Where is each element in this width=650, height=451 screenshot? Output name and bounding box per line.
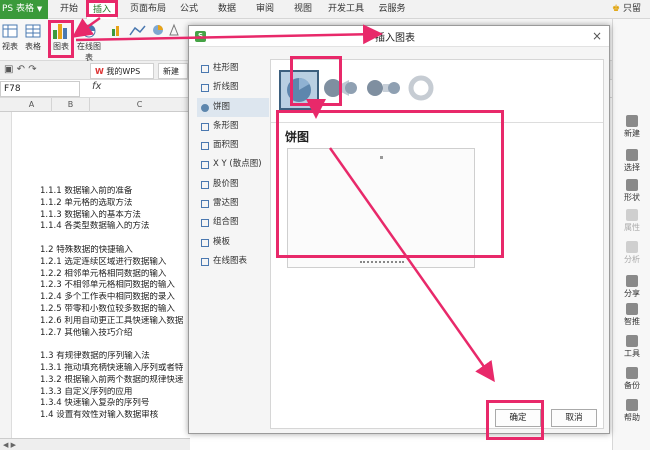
- annotation-arrows: [71, 16, 495, 383]
- arrow-insert-to-chart: [71, 16, 101, 38]
- arrow-chart-to-dialog: [75, 24, 383, 45]
- arrow-preview-to-ok: [328, 147, 495, 383]
